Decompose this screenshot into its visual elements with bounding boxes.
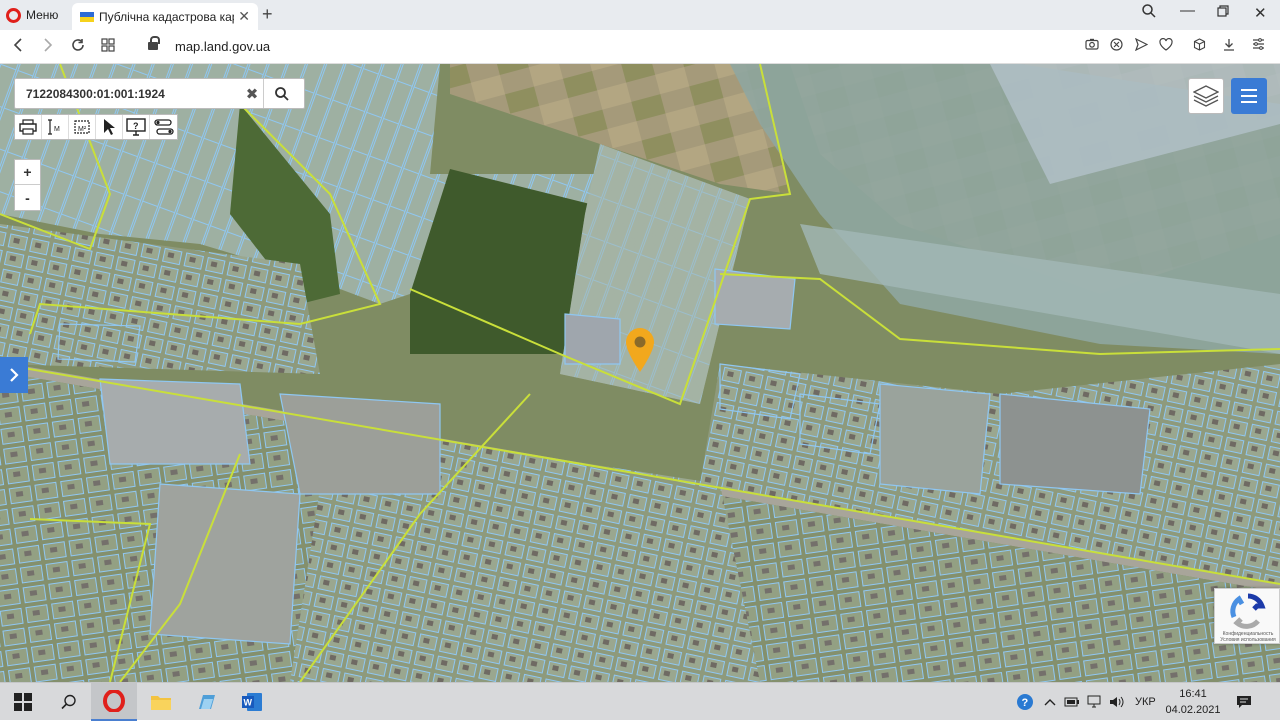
recaptcha-logo-icon xyxy=(1230,593,1266,629)
cadastral-search-box: ✖ xyxy=(14,78,305,109)
clock-time: 16:41 xyxy=(1179,688,1207,700)
opera-icon xyxy=(103,690,125,712)
taskbar-word[interactable]: W xyxy=(229,683,275,721)
taskbar-file-explorer[interactable] xyxy=(138,683,184,721)
clock-date: 04.02.2021 xyxy=(1165,704,1221,716)
browser-search-icon[interactable] xyxy=(1142,4,1156,22)
url-host: map.land.gov.ua xyxy=(175,39,271,54)
recaptcha-links: Конфиденциальность Условия использования xyxy=(1218,631,1278,643)
windows-logo-icon xyxy=(14,693,32,711)
reload-icon[interactable] xyxy=(71,38,85,56)
input-language[interactable]: УКР xyxy=(1135,683,1156,721)
volume-icon[interactable] xyxy=(1109,683,1125,721)
back-icon[interactable] xyxy=(12,38,24,56)
chevron-right-icon xyxy=(10,368,19,382)
windows-taskbar: W ? УКР 16:41 04.02.2021 xyxy=(0,682,1280,721)
browser-tab-strip: Меню Публічна кадастрова карт ✕ + — ✕ xyxy=(0,0,1280,30)
new-tab-button[interactable]: + xyxy=(262,4,273,25)
select-cursor-icon[interactable] xyxy=(96,115,123,139)
bookmark-heart-icon[interactable] xyxy=(1159,37,1173,54)
show-hidden-icons-chevron[interactable] xyxy=(1044,683,1056,721)
send-icon[interactable] xyxy=(1134,37,1149,54)
cadastral-number-input[interactable] xyxy=(15,86,241,101)
word-icon: W xyxy=(242,693,262,711)
browser-tab-active[interactable]: Публічна кадастрова карт ✕ xyxy=(72,3,258,30)
info-help-icon[interactable]: ? xyxy=(123,115,150,139)
measure-distance-icon[interactable]: M xyxy=(42,115,69,139)
tab-title: Публічна кадастрова карт xyxy=(99,9,235,24)
print-icon[interactable] xyxy=(15,115,42,139)
search-icon xyxy=(61,694,76,710)
help-tray-icon[interactable]: ? xyxy=(1016,683,1034,721)
recaptcha-badge[interactable]: Конфиденциальность Условия использования xyxy=(1214,588,1280,644)
app-tile-icon xyxy=(199,695,215,709)
recaptcha-terms-link[interactable]: Условия использования xyxy=(1220,637,1276,643)
search-button[interactable] xyxy=(263,79,299,108)
tab-close-icon[interactable]: ✕ xyxy=(238,8,250,25)
download-icon[interactable] xyxy=(1223,38,1235,54)
svg-text:M²: M² xyxy=(78,126,87,133)
taskbar-search-button[interactable] xyxy=(46,683,92,721)
taskbar-opera[interactable] xyxy=(91,683,137,721)
start-button[interactable] xyxy=(0,683,46,721)
svg-text:?: ? xyxy=(1022,697,1029,709)
svg-text:?: ? xyxy=(133,121,139,131)
svg-text:W: W xyxy=(244,698,253,708)
forward-icon[interactable] xyxy=(42,38,54,56)
speed-dial-icon[interactable] xyxy=(101,38,115,56)
map-toolbar: M M² ? xyxy=(14,114,178,140)
opera-logo-icon xyxy=(6,7,21,23)
lock-icon[interactable] xyxy=(148,36,160,52)
battery-icon[interactable] xyxy=(1064,683,1080,721)
cadastral-map[interactable]: ✖ M M² ? + - xyxy=(0,64,1280,682)
base-layers-button[interactable] xyxy=(1188,78,1224,114)
measure-area-icon[interactable]: M² xyxy=(69,115,96,139)
search-icon xyxy=(274,86,289,101)
ukraine-flag-icon xyxy=(80,11,94,22)
address-bar: map.land.gov.ua xyxy=(0,30,1280,64)
folder-icon xyxy=(151,696,171,710)
zoom-out-button[interactable]: - xyxy=(15,185,40,210)
main-menu-button[interactable] xyxy=(1231,78,1267,114)
clear-search-icon[interactable]: ✖ xyxy=(241,85,263,103)
layers-icon xyxy=(1193,85,1219,107)
layers-settings-icon[interactable] xyxy=(150,115,177,139)
adblock-icon[interactable] xyxy=(1110,38,1123,54)
hamburger-icon xyxy=(1241,89,1257,103)
side-panel-toggle[interactable] xyxy=(0,357,28,393)
network-icon[interactable] xyxy=(1087,683,1103,721)
minimize-button[interactable]: — xyxy=(1180,2,1195,19)
easy-setup-icon[interactable] xyxy=(1252,38,1265,53)
satellite-imagery xyxy=(0,64,1280,682)
maximize-button[interactable] xyxy=(1217,4,1229,21)
url-field[interactable]: map.land.gov.ua xyxy=(175,39,270,54)
taskbar-app-blue[interactable] xyxy=(184,683,230,721)
svg-text:M: M xyxy=(54,126,60,133)
menu-label: Меню xyxy=(26,8,59,22)
snapshot-icon[interactable] xyxy=(1085,38,1099,53)
zoom-in-button[interactable]: + xyxy=(15,160,40,185)
notifications-icon[interactable] xyxy=(1236,683,1252,721)
close-window-button[interactable]: ✕ xyxy=(1254,4,1267,22)
zoom-control: + - xyxy=(14,159,41,211)
opera-menu-button[interactable]: Меню xyxy=(6,5,58,25)
system-clock[interactable]: 16:41 04.02.2021 xyxy=(1165,686,1221,718)
extensions-cube-icon[interactable] xyxy=(1193,38,1206,54)
